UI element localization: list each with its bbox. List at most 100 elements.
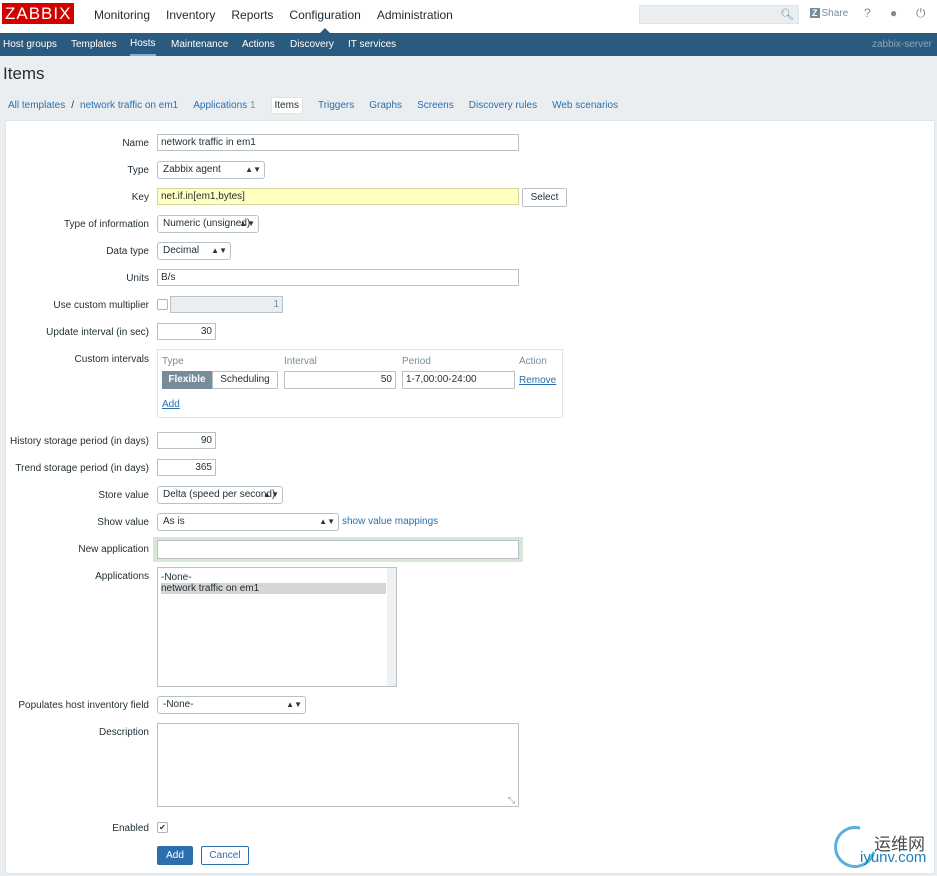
tab-applications-label: Applications — [193, 100, 248, 111]
tab-triggers[interactable]: Triggers — [318, 100, 354, 111]
custom-multiplier-field: 1 — [170, 296, 283, 313]
custom-multiplier-checkbox[interactable] — [157, 299, 168, 310]
subnav-hosts[interactable]: Hosts — [130, 33, 156, 56]
share-button[interactable]: Z Share — [810, 8, 848, 19]
sub-nav: Host groups Templates Hosts Maintenance … — [0, 33, 937, 56]
interval-field[interactable]: 50 — [284, 371, 396, 389]
subnav-templates[interactable]: Templates — [71, 33, 117, 56]
show-value-mappings-link[interactable]: show value mappings — [342, 516, 438, 527]
search-input[interactable]: 🔍︎ — [639, 5, 799, 24]
nav-inventory[interactable]: Inventory — [158, 0, 223, 33]
resize-handle-icon[interactable]: ⤡ — [508, 795, 515, 806]
tab-discovery-rules[interactable]: Discovery rules — [469, 100, 537, 111]
tab-applications-count: 1 — [249, 100, 256, 111]
breadcrumb: All templates / network traffic on em1 A… — [8, 97, 633, 114]
key-select-button[interactable]: Select — [522, 188, 567, 207]
units-field[interactable]: B/s — [157, 269, 519, 286]
subnav-actions[interactable]: Actions — [242, 33, 275, 56]
nav-configuration[interactable]: Configuration — [281, 0, 368, 34]
type-of-information-label: Type of information — [63, 219, 149, 230]
subnav-maintenance[interactable]: Maintenance — [171, 33, 228, 56]
description-textarea[interactable] — [157, 723, 519, 807]
subnav-discovery[interactable]: Discovery — [290, 33, 334, 56]
share-icon: Z — [810, 8, 820, 18]
server-name: zabbix-server — [871, 39, 932, 50]
select-arrows-icon: ▲▼ — [211, 246, 227, 255]
site-watermark: 运维网 iyunv.com — [826, 818, 935, 876]
flexible-toggle[interactable]: Flexible — [162, 371, 212, 389]
tab-screens[interactable]: Screens — [417, 100, 454, 111]
show-value-value: As is — [163, 516, 185, 527]
trend-field[interactable]: 365 — [157, 459, 216, 476]
new-application-label: New application — [78, 544, 149, 555]
search-icon[interactable]: 🔍︎ — [780, 8, 794, 21]
applications-listbox[interactable]: -None- network traffic on em1 — [157, 567, 397, 687]
history-label: History storage period (in days) — [10, 436, 149, 447]
add-button[interactable]: Add — [157, 846, 193, 865]
key-field[interactable]: net.if.in[em1,bytes] — [157, 188, 519, 205]
application-option-selected[interactable]: network traffic on em1 — [161, 583, 386, 594]
scheduling-toggle[interactable]: Scheduling — [212, 371, 278, 389]
tab-items[interactable]: Items — [270, 97, 303, 114]
share-label: Share — [821, 8, 849, 19]
ci-header-interval: Interval — [284, 356, 317, 367]
data-type-select[interactable]: Decimal ▲▼ — [157, 242, 231, 260]
select-arrows-icon: ▲▼ — [286, 700, 302, 709]
inventory-field-value: -None- — [163, 699, 194, 710]
new-application-field[interactable] — [157, 540, 519, 559]
nav-configuration-label: Configuration — [289, 8, 361, 22]
data-type-value: Decimal — [163, 245, 200, 256]
inventory-field-select[interactable]: -None- ▲▼ — [157, 696, 306, 714]
breadcrumb-separator: / — [71, 100, 75, 111]
top-header: ZABBIX Monitoring Inventory Reports Conf… — [0, 0, 937, 34]
subnav-it-services[interactable]: IT services — [348, 33, 396, 56]
zabbix-logo[interactable]: ZABBIX — [2, 3, 75, 24]
store-value-value: Delta (speed per second) — [163, 489, 276, 500]
breadcrumb-all-templates[interactable]: All templates — [8, 100, 65, 111]
user-profile-icon[interactable]: ● — [890, 6, 897, 20]
key-label: Key — [131, 192, 149, 203]
show-value-select[interactable]: As is ▲▼ — [157, 513, 339, 531]
ci-header-action: Action — [519, 356, 547, 367]
watermark-en-text: iyunv.com — [860, 849, 927, 866]
select-arrows-icon: ▲▼ — [319, 517, 335, 526]
store-value-select[interactable]: Delta (speed per second) ▲▼ — [157, 486, 283, 504]
logout-icon[interactable]: ⏻ — [916, 6, 926, 21]
page-title: Items — [3, 64, 45, 83]
data-type-label: Data type — [106, 246, 149, 257]
trend-label: Trend storage period (in days) — [15, 463, 149, 474]
nav-monitoring[interactable]: Monitoring — [86, 0, 158, 33]
show-value-label: Show value — [97, 517, 149, 528]
name-field[interactable]: network traffic in em1 — [157, 134, 519, 151]
type-of-information-select[interactable]: Numeric (unsigned) ▲▼ — [157, 215, 259, 233]
help-icon[interactable]: ? — [864, 6, 871, 20]
ci-header-type: Type — [162, 356, 184, 367]
enabled-checkbox[interactable]: ✔ — [157, 822, 168, 833]
nav-reports[interactable]: Reports — [223, 0, 281, 33]
custom-intervals-label: Custom intervals — [74, 354, 149, 365]
update-interval-field[interactable]: 30 — [157, 323, 216, 340]
select-arrows-icon: ▲▼ — [245, 165, 261, 174]
subnav-host-groups[interactable]: Host groups — [3, 33, 57, 56]
remove-interval-link[interactable]: Remove — [519, 375, 556, 386]
name-label: Name — [122, 138, 149, 149]
type-of-information-value: Numeric (unsigned) — [163, 218, 251, 229]
listbox-scrollbar[interactable] — [387, 568, 396, 686]
store-value-label: Store value — [98, 490, 149, 501]
history-field[interactable]: 90 — [157, 432, 216, 449]
tab-web-scenarios[interactable]: Web scenarios — [552, 100, 618, 111]
nav-administration[interactable]: Administration — [369, 0, 461, 33]
period-field[interactable]: 1-7,00:00-24:00 — [402, 371, 515, 389]
type-select[interactable]: Zabbix agent ▲▼ — [157, 161, 265, 179]
ci-header-period: Period — [402, 356, 431, 367]
custom-multiplier-label: Use custom multiplier — [53, 300, 149, 311]
application-option[interactable]: -None- — [161, 572, 386, 583]
type-label: Type — [127, 165, 149, 176]
tab-graphs[interactable]: Graphs — [369, 100, 402, 111]
add-interval-link[interactable]: Add — [162, 399, 180, 410]
type-select-value: Zabbix agent — [163, 164, 221, 175]
cancel-button[interactable]: Cancel — [201, 846, 249, 865]
tab-applications[interactable]: Applications 1 — [193, 100, 255, 111]
breadcrumb-host[interactable]: network traffic on em1 — [80, 100, 178, 111]
applications-label: Applications — [95, 571, 149, 582]
